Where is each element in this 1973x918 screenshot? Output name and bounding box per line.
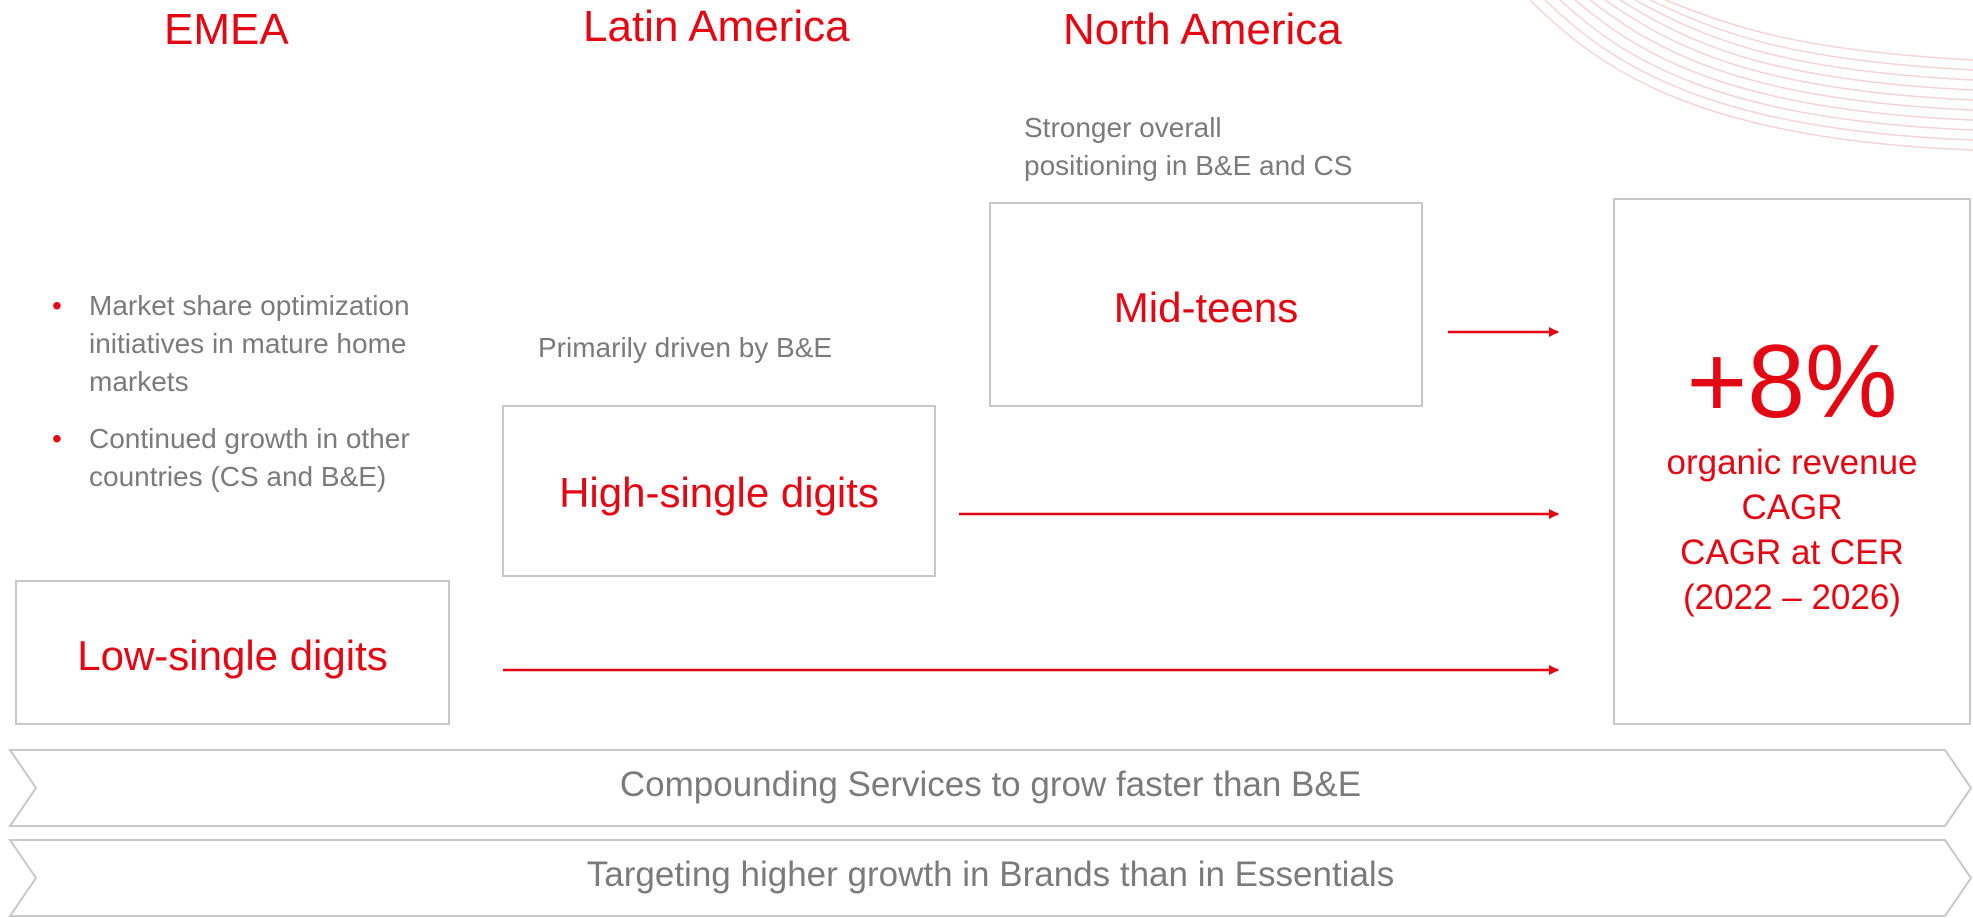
latin-america-growth-label: High-single digits [559,469,879,516]
bullet-marker: • [52,423,62,454]
result-line-3: CAGR at CER [1680,533,1904,572]
result-line-2: CAGR [1741,488,1843,527]
latin-america-note: Primarily driven by B&E [538,332,833,363]
result-box: +8% organic revenue CAGR CAGR at CER (20… [1613,198,1971,725]
band-text-brands: Targeting higher growth in Brands than i… [586,855,1395,894]
north-america-growth-box: Mid-teens [989,202,1423,407]
emea-growth-label: Low-single digits [77,632,388,679]
emea-title: EMEA [164,5,289,54]
north-america-title: North America [1063,5,1342,54]
band-text-services: Compounding Services to grow faster than… [619,765,1362,804]
result-line-4: (2022 – 2026) [1683,578,1901,617]
emea-growth-box: Low-single digits [15,580,450,725]
emea-bullet-list: • Market share optimization initiatives i… [52,287,452,515]
north-america-note: Stronger overall positioning in B&E and … [1024,112,1353,181]
north-america-growth-label: Mid-teens [1113,284,1299,331]
latin-america-title: Latin America [583,2,850,51]
result-value: +8% [1686,324,1898,440]
bullet-marker: • [52,290,62,321]
latin-america-growth-box: High-single digits [502,405,936,577]
emea-bullet-item: • Continued growth in other countries (CS… [52,420,452,496]
emea-bullet-item: • Market share optimization initiatives i… [52,287,452,401]
result-line-1: organic revenue [1666,443,1918,482]
